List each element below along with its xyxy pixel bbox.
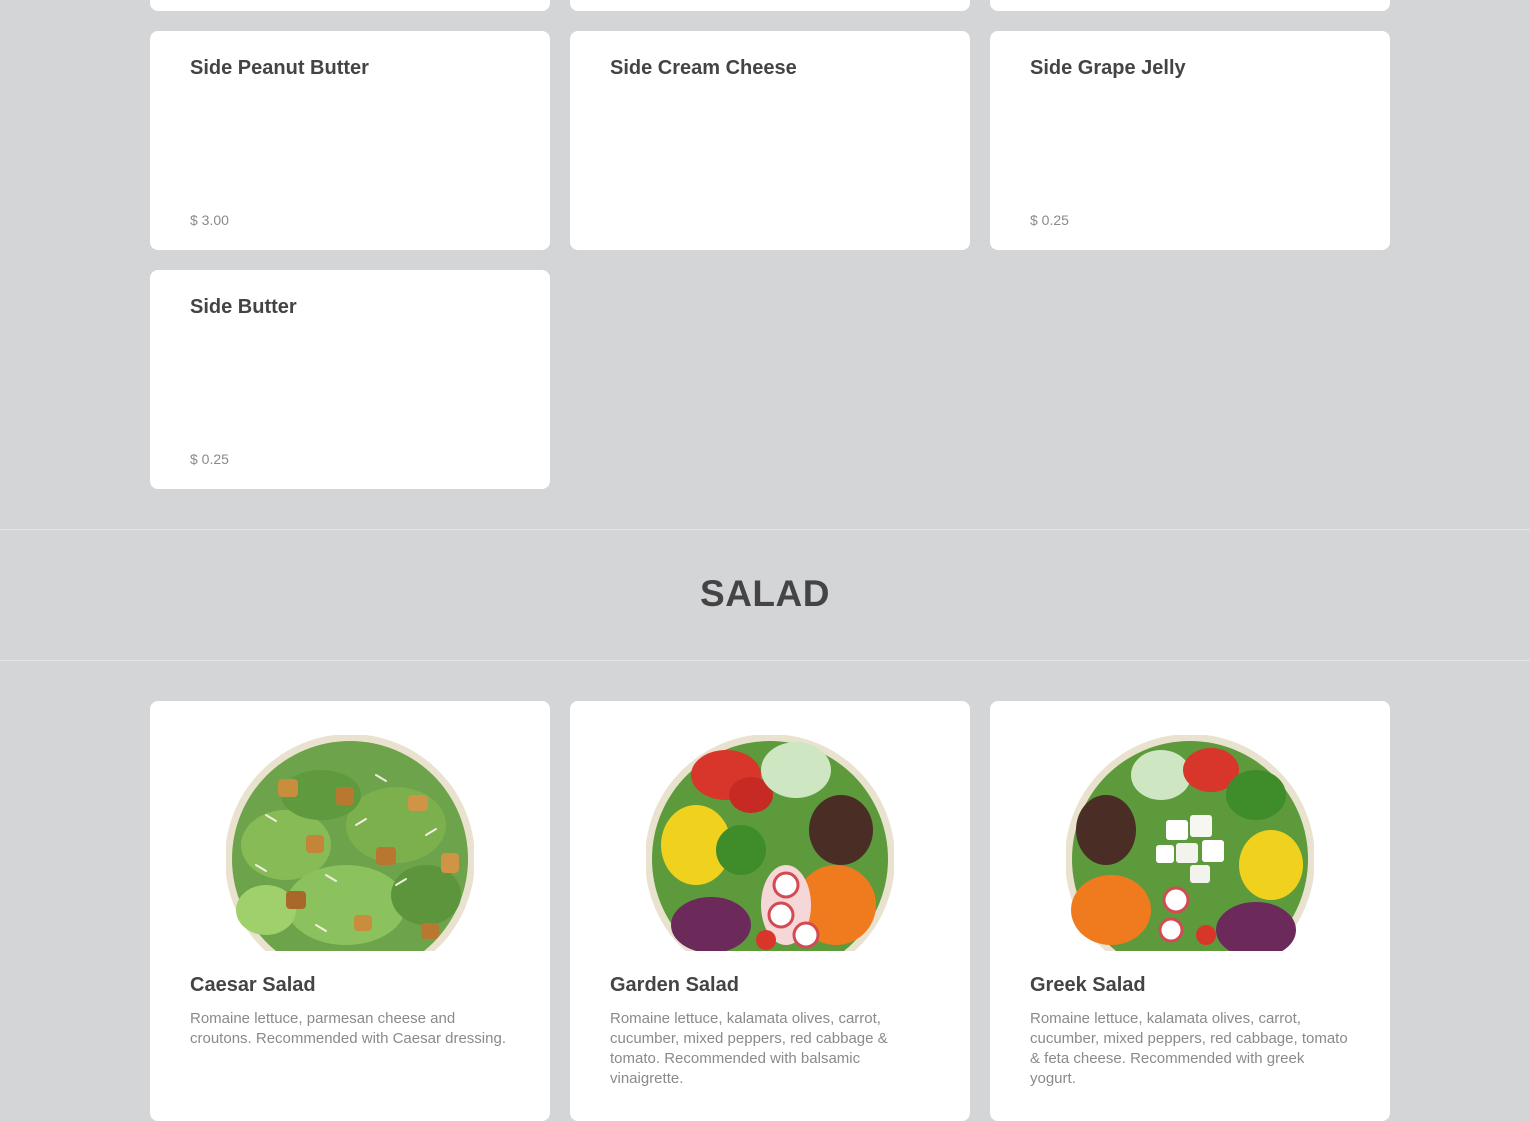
caesar-salad-image	[226, 735, 474, 951]
garden-salad-image	[646, 735, 894, 951]
item-name: Side Butter	[190, 296, 297, 318]
menu-card-side-butter[interactable]: Side Butter $ 0.25	[150, 270, 550, 489]
menu-card-greek-salad[interactable]: Greek Salad Romaine lettuce, kalamata ol…	[990, 701, 1390, 1121]
item-description: Romaine lettuce, kalamata olives, carrot…	[1030, 1010, 1348, 1087]
item-name: Side Cream Cheese	[610, 57, 797, 79]
item-name: Garden Salad	[610, 974, 739, 996]
item-name: Greek Salad	[1030, 974, 1146, 996]
item-description: Romaine lettuce, parmesan cheese and cro…	[190, 1010, 506, 1047]
item-name: Side Peanut Butter	[190, 57, 369, 79]
menu-card-side-cream-cheese[interactable]: Side Cream Cheese	[570, 31, 970, 250]
item-price: $ 3.00	[190, 212, 229, 228]
item-description: Romaine lettuce, kalamata olives, carrot…	[610, 1010, 888, 1087]
menu-card-side-grape-jelly[interactable]: Side Grape Jelly $ 0.25	[990, 31, 1390, 250]
item-name: Side Grape Jelly	[1030, 57, 1186, 79]
item-name: Caesar Salad	[190, 974, 316, 996]
section-title-salad: SALAD	[700, 573, 830, 614]
section-divider-top	[0, 529, 1530, 530]
menu-card-partial[interactable]	[990, 0, 1390, 11]
section-divider-bottom	[0, 660, 1530, 661]
item-price: $ 0.25	[190, 451, 229, 467]
menu-card-garden-salad[interactable]: Garden Salad Romaine lettuce, kalamata o…	[570, 701, 970, 1121]
menu-card-partial[interactable]	[570, 0, 970, 11]
menu-card-side-peanut-butter[interactable]: Side Peanut Butter $ 3.00	[150, 31, 550, 250]
menu-card-partial[interactable]	[150, 0, 550, 11]
item-price: $ 0.25	[1030, 212, 1069, 228]
menu-card-caesar-salad[interactable]: Caesar Salad Romaine lettuce, parmesan c…	[150, 701, 550, 1121]
greek-salad-image	[1066, 735, 1314, 951]
